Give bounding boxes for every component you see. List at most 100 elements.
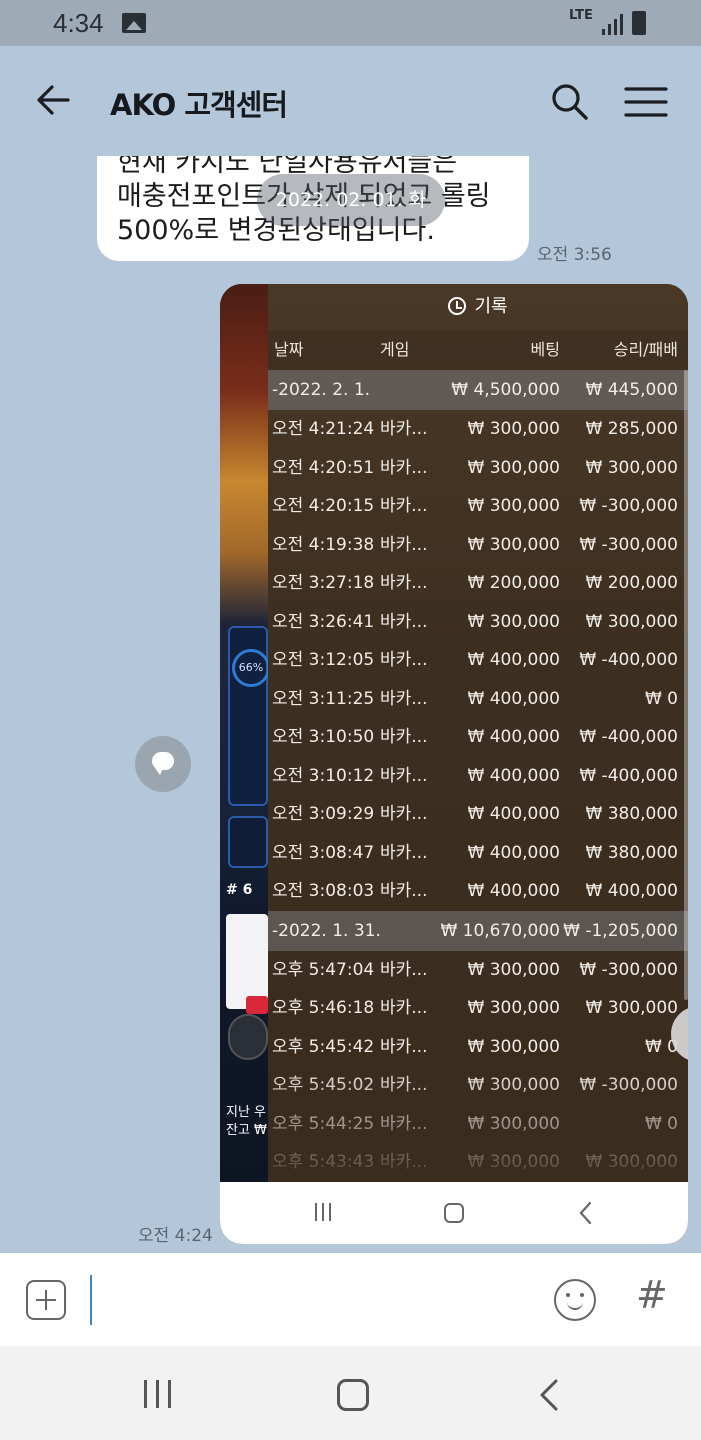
cell-date: 오전 4:19:38 xyxy=(272,534,375,555)
cell-bet: ₩ 300,000 xyxy=(467,1036,560,1057)
cell-result: ₩ -400,000 xyxy=(579,727,678,747)
cell-game: 바카... xyxy=(380,534,428,555)
image-message[interactable]: 66% # 6 지난 우 잔고 ₩ 기록 날짜 게임 베팅 승리/패배 -202… xyxy=(220,284,688,1244)
screenshot-nav-bar xyxy=(220,1182,688,1244)
table-row: 오전 4:21:24 바카... ₩ 300,000 ₩ 285,000 xyxy=(268,410,688,449)
cell-bet: ₩ 400,000 xyxy=(467,727,560,747)
cell-game: 바카... xyxy=(380,650,428,670)
history-rows: -2022. 2. 1. ₩ 4,500,000 ₩ 445,000 오전 4:21:… xyxy=(268,370,688,1182)
cell-bet: ₩ 400,000 xyxy=(467,881,560,901)
back-button[interactable] xyxy=(32,78,76,122)
page-title: AKO 고객센터 xyxy=(110,88,288,122)
date-overlay: 2022. 02. 01. 화 xyxy=(257,174,445,226)
cell-result: ₩ 300,000 xyxy=(585,1152,678,1172)
menu-button[interactable] xyxy=(622,80,670,124)
cell-game: 바카... xyxy=(380,457,428,478)
cell-bet: ₩ 10,670,000 xyxy=(440,920,560,941)
cell-date: -2022. 2. 1. xyxy=(272,380,371,400)
cell-result: ₩ 200,000 xyxy=(585,573,678,593)
cell-game: 바카... xyxy=(380,573,428,593)
battery-icon xyxy=(632,11,646,35)
cell-result: ₩ 380,000 xyxy=(585,804,678,824)
search-button[interactable] xyxy=(548,80,592,124)
table-row: 오전 3:08:03 바카... ₩ 400,000 ₩ 400,000 xyxy=(268,872,688,911)
close-button xyxy=(671,1006,688,1062)
cell-bet: ₩ 400,000 xyxy=(467,650,560,670)
cell-date: 오후 5:46:18 xyxy=(272,998,375,1018)
cell-game: 바카... xyxy=(380,727,428,747)
gallery-notification-icon xyxy=(122,13,146,33)
home-button[interactable] xyxy=(337,1379,369,1411)
hamburger-menu-icon xyxy=(624,87,668,117)
table-row: 오전 3:10:50 바카... ₩ 400,000 ₩ -400,000 xyxy=(268,718,688,757)
cell-bet: ₩ 400,000 xyxy=(467,804,560,824)
cell-result: ₩ -300,000 xyxy=(579,496,678,516)
cell-result: ₩ 0 xyxy=(644,1036,678,1057)
cell-result: ₩ 300,000 xyxy=(585,611,678,632)
attach-button[interactable] xyxy=(26,1280,66,1320)
column-result: 승리/패배 xyxy=(613,340,678,359)
cell-bet: ₩ 300,000 xyxy=(467,959,560,980)
cell-result: ₩ 300,000 xyxy=(585,998,678,1018)
cell-date: 오전 3:12:05 xyxy=(272,650,375,670)
cell-result: ₩ -1,205,000 xyxy=(563,920,678,941)
cell-result: ₩ 380,000 xyxy=(585,842,678,863)
cell-game: 바카... xyxy=(380,611,428,632)
close-icon xyxy=(671,1006,688,1062)
table-header: 날짜 게임 베팅 승리/패배 xyxy=(268,330,688,370)
column-date: 날짜 xyxy=(274,340,304,359)
cell-game: 바카... xyxy=(380,1113,428,1134)
cell-date: -2022. 1. 31. xyxy=(272,920,381,941)
chat-area[interactable]: 현재 카지노 단일사용유저들은 매충전포인트가 삭제 되었고 롤링 500%로 … xyxy=(0,156,701,1253)
recents-button[interactable] xyxy=(142,1380,174,1408)
chat-bubble-icon xyxy=(152,752,174,775)
emoji-button[interactable] xyxy=(554,1279,596,1321)
cell-bet: ₩ 300,000 xyxy=(467,496,560,516)
cell-date: 오후 5:44:25 xyxy=(272,1113,375,1134)
table-row: 오전 3:10:12 바카... ₩ 400,000 ₩ -400,000 xyxy=(268,757,688,796)
cell-bet: ₩ 300,000 xyxy=(467,534,560,555)
cell-date: 오전 3:08:03 xyxy=(272,881,375,901)
cell-date: 오후 5:47:04 xyxy=(272,959,375,980)
signal-icon xyxy=(602,13,624,35)
status-bar: 4:34 LTE xyxy=(0,0,701,46)
table-row: 오전 3:08:47 바카... ₩ 400,000 ₩ 380,000 xyxy=(268,834,688,873)
cell-game: 바카... xyxy=(380,842,428,863)
progress-percent: 66% xyxy=(232,649,270,687)
hashtag-icon: # xyxy=(636,1273,668,1317)
hashtag-button[interactable]: # xyxy=(636,1273,668,1317)
back-nav-button[interactable] xyxy=(538,1378,560,1412)
cell-result: ₩ 0 xyxy=(644,1113,678,1134)
column-bet: 베팅 xyxy=(530,340,560,359)
cell-date: 오후 5:45:02 xyxy=(272,1075,375,1095)
cell-result: ₩ 0 xyxy=(644,688,678,709)
cell-game: 바카... xyxy=(380,959,428,980)
status-time: 4:34 xyxy=(53,8,104,38)
cell-result: ₩ 400,000 xyxy=(585,881,678,901)
cell-date: 오전 3:08:47 xyxy=(272,842,375,863)
cell-result: ₩ -400,000 xyxy=(579,765,678,786)
game-panel xyxy=(228,816,268,868)
road-map xyxy=(226,914,268,1009)
search-icon xyxy=(552,84,588,120)
cell-date: 오전 3:27:18 xyxy=(272,573,375,593)
table-number: # 6 xyxy=(226,882,253,898)
table-row: 오전 3:26:41 바카... ₩ 300,000 ₩ 300,000 xyxy=(268,603,688,642)
balance-label: 지난 우 잔고 ₩ xyxy=(226,1105,267,1138)
cell-game: 바카... xyxy=(380,496,428,516)
cell-result: ₩ -300,000 xyxy=(579,1075,678,1095)
cell-bet: ₩ 300,000 xyxy=(467,1152,560,1172)
table-row: 오후 5:45:02 바카... ₩ 300,000 ₩ -300,000 xyxy=(268,1066,688,1105)
chat-bubble-button[interactable] xyxy=(135,736,191,792)
cell-date: 오전 4:20:15 xyxy=(272,496,375,516)
cell-bet: ₩ 4,500,000 xyxy=(451,380,560,400)
message-input[interactable] xyxy=(90,1275,530,1325)
cell-date: 오전 3:26:41 xyxy=(272,611,375,632)
cell-bet: ₩ 300,000 xyxy=(467,611,560,632)
cell-game: 바카... xyxy=(380,1152,428,1172)
cell-bet: ₩ 300,000 xyxy=(467,1075,560,1095)
network-type: LTE xyxy=(569,8,593,23)
table-row: 오후 5:44:25 바카... ₩ 300,000 ₩ 0 xyxy=(268,1105,688,1144)
table-row: 오전 3:11:25 바카... ₩ 400,000 ₩ 0 xyxy=(268,680,688,719)
table-row: 오전 3:27:18 바카... ₩ 200,000 ₩ 200,000 xyxy=(268,564,688,603)
